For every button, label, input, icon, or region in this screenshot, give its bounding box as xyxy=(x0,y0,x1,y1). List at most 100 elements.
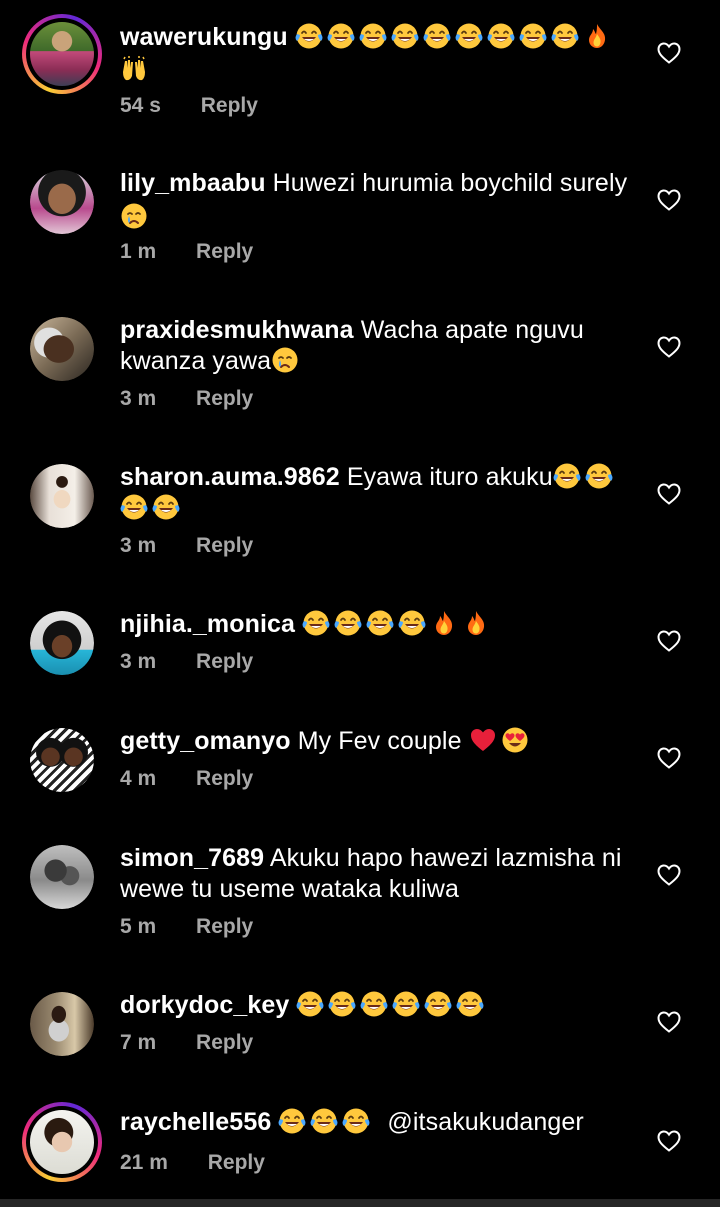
avatar[interactable] xyxy=(22,14,102,94)
like-heart-icon[interactable] xyxy=(657,42,681,64)
laugh-cry-emoji-icon xyxy=(360,990,388,1018)
fire-emoji-icon xyxy=(583,22,611,50)
raised-hands-emoji-icon xyxy=(120,56,148,84)
comment-item: dorkydoc_key 7 m Reply xyxy=(0,968,720,1078)
comment-username[interactable]: simon_7689 xyxy=(120,844,264,872)
like-heart-icon[interactable] xyxy=(657,189,681,211)
laugh-cry-emoji-icon xyxy=(553,462,581,490)
laugh-cry-emoji-icon xyxy=(296,990,324,1018)
comment-username[interactable]: raychelle556 xyxy=(120,1108,271,1136)
avatar-image xyxy=(30,728,94,792)
heart-eyes-emoji-icon xyxy=(501,726,529,754)
reply-button[interactable]: Reply xyxy=(196,240,253,264)
comment-emojis xyxy=(120,202,630,233)
laugh-cry-emoji-icon xyxy=(519,22,547,50)
laugh-cry-emoji-icon xyxy=(328,990,356,1018)
comment-time: 3 m xyxy=(120,650,157,673)
like-heart-icon[interactable] xyxy=(657,336,681,358)
comment-username[interactable]: njihia._monica xyxy=(120,610,295,638)
reply-button[interactable]: Reply xyxy=(208,1151,265,1175)
reply-button[interactable]: Reply xyxy=(196,767,253,791)
avatar-image xyxy=(30,1110,94,1174)
laugh-cry-emoji-icon xyxy=(342,1107,370,1135)
laugh-cry-emoji-icon xyxy=(391,22,419,50)
comment-emojis xyxy=(278,1108,374,1136)
reply-button[interactable]: Reply xyxy=(201,94,258,118)
bottom-divider xyxy=(0,1199,720,1207)
avatar-image xyxy=(30,22,94,86)
avatar-image xyxy=(30,170,94,234)
laugh-cry-emoji-icon xyxy=(487,22,515,50)
avatar-image xyxy=(30,992,94,1056)
avatar[interactable] xyxy=(30,317,94,381)
comment-item: praxidesmukhwana Wacha apate nguvu kwanz… xyxy=(0,293,720,433)
comment-item: raychelle556 @itsakukudanger 21 m Reply xyxy=(0,1085,720,1195)
like-heart-icon[interactable] xyxy=(657,483,681,505)
reply-button[interactable]: Reply xyxy=(196,387,253,411)
laugh-cry-emoji-icon xyxy=(327,22,355,50)
avatar-image xyxy=(30,611,94,675)
like-heart-icon[interactable] xyxy=(657,630,681,652)
comment-time: 3 m xyxy=(120,387,157,410)
like-heart-icon[interactable] xyxy=(657,747,681,769)
comment-item: lily_mbaabu Huwezi hurumia boychild sure… xyxy=(0,146,720,286)
comment-text: Huwezi hurumia boychild surely xyxy=(272,169,628,197)
comment-username[interactable]: lily_mbaabu xyxy=(120,169,266,197)
comment-time: 5 m xyxy=(120,915,157,938)
laugh-cry-emoji-icon xyxy=(334,609,362,637)
comment-emojis xyxy=(302,610,494,638)
red-heart-emoji-icon xyxy=(469,726,497,754)
avatar[interactable] xyxy=(30,992,94,1056)
avatar[interactable] xyxy=(30,170,94,234)
reply-button[interactable]: Reply xyxy=(196,915,253,939)
comment-item: getty_omanyo My Fev couple 4 m Reply xyxy=(0,704,720,814)
laugh-cry-emoji-icon xyxy=(455,22,483,50)
laugh-cry-emoji-icon xyxy=(551,22,579,50)
reply-button[interactable]: Reply xyxy=(196,534,253,558)
mention-link[interactable]: @itsakukudanger xyxy=(387,1108,583,1136)
comment-item: njihia._monica 3 m Reply xyxy=(0,587,720,697)
comment-time: 3 m xyxy=(120,534,157,557)
laugh-cry-emoji-icon xyxy=(278,1107,306,1135)
like-heart-icon[interactable] xyxy=(657,1011,681,1033)
laugh-cry-emoji-icon xyxy=(120,493,148,521)
avatar[interactable] xyxy=(30,464,94,528)
avatar[interactable] xyxy=(22,1102,102,1182)
laugh-cry-emoji-icon xyxy=(310,1107,338,1135)
comment-username[interactable]: wawerukungu xyxy=(120,23,288,51)
comment-username[interactable]: dorkydoc_key xyxy=(120,991,289,1019)
comment-emojis xyxy=(295,23,615,51)
laugh-cry-emoji-icon xyxy=(392,990,420,1018)
laugh-cry-emoji-icon xyxy=(585,462,613,490)
like-heart-icon[interactable] xyxy=(657,864,681,886)
reply-button[interactable]: Reply xyxy=(196,1031,253,1055)
comment-text-line2: kwanza yawa xyxy=(120,346,630,377)
comment-username[interactable]: sharon.auma.9862 xyxy=(120,463,340,491)
avatar-image xyxy=(30,845,94,909)
comment-text: Akuku hapo hawezi lazmisha ni xyxy=(269,844,622,872)
comment-text: Eyawa ituro akuku xyxy=(346,463,553,491)
comment-text-continued: wewe tu useme wataka kuliwa xyxy=(120,875,459,903)
comment-time: 4 m xyxy=(120,767,157,790)
comment-text-continued: kwanza yawa xyxy=(120,347,272,375)
comment-text: My Fev couple xyxy=(297,727,462,755)
laugh-cry-emoji-icon xyxy=(456,990,484,1018)
avatar[interactable] xyxy=(30,845,94,909)
avatar[interactable] xyxy=(30,611,94,675)
laugh-cry-emoji-icon xyxy=(302,609,330,637)
laugh-cry-emoji-icon xyxy=(359,22,387,50)
fire-emoji-icon xyxy=(430,609,458,637)
laugh-cry-emoji-icon xyxy=(295,22,323,50)
comment-username[interactable]: praxidesmukhwana xyxy=(120,316,354,344)
reply-button[interactable]: Reply xyxy=(196,650,253,674)
comment-time: 54 s xyxy=(120,94,161,117)
comment-item: simon_7689 Akuku hapo hawezi lazmisha ni… xyxy=(0,821,720,961)
comment-emojis xyxy=(271,347,303,375)
laugh-cry-emoji-icon xyxy=(152,493,180,521)
avatar[interactable] xyxy=(30,728,94,792)
avatar-image xyxy=(30,464,94,528)
crying-emoji-icon xyxy=(120,202,148,230)
like-heart-icon[interactable] xyxy=(657,1130,681,1152)
comment-emojis-line2 xyxy=(120,56,630,87)
comment-username[interactable]: getty_omanyo xyxy=(120,727,291,755)
